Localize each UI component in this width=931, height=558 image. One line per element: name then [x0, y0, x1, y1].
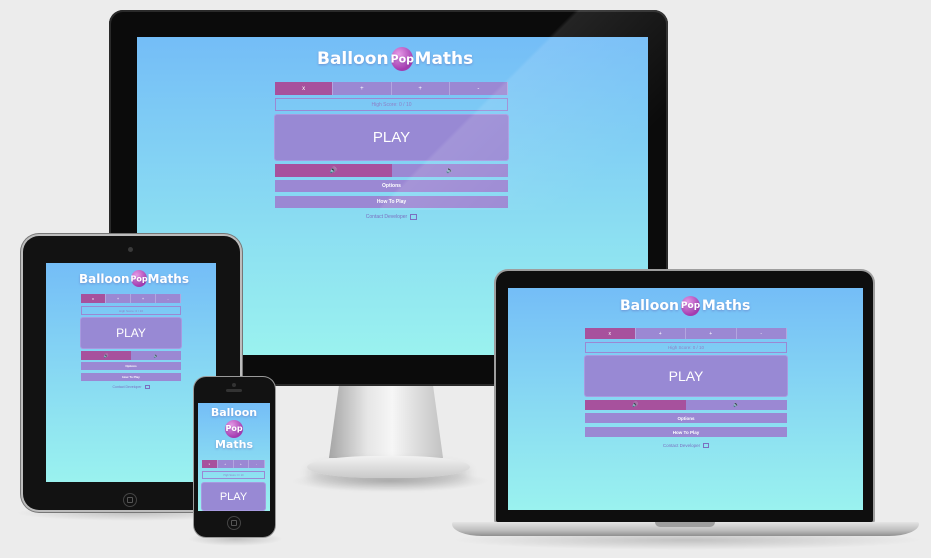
logo-text-maths: Maths	[214, 438, 253, 451]
contact-developer-link[interactable]: Contact Developer	[81, 383, 181, 391]
speaker-off-icon: 🔈	[733, 402, 740, 408]
contact-label: Contact Developer	[112, 385, 142, 389]
sound-off-button[interactable]: 🔈	[686, 400, 787, 410]
difficulty-button[interactable]: x	[275, 82, 334, 95]
difficulty-button[interactable]: +	[635, 328, 686, 339]
monitor-stand	[328, 386, 444, 458]
options-button[interactable]: Options	[81, 362, 181, 370]
sound-on-button[interactable]: 🔊	[275, 164, 392, 177]
how-to-play-button[interactable]: How To Play	[81, 373, 181, 381]
phone-screen: Balloon Pop Maths x + + - High Score: 0 …	[198, 403, 270, 511]
how-to-play-button[interactable]: How To Play	[585, 427, 787, 437]
laptop-screen: Balloon Pop Maths x + + - High Score: 0 …	[508, 288, 863, 510]
phone-camera	[232, 383, 236, 387]
play-button[interactable]: PLAY	[585, 356, 787, 396]
difficulty-button[interactable]: -	[736, 328, 787, 339]
speaker-on-icon: 🔊	[103, 353, 109, 358]
difficulty-button[interactable]: x	[81, 294, 106, 303]
balloon-icon: Pop	[680, 296, 700, 316]
difficulty-button[interactable]: -	[249, 460, 265, 468]
balloon-icon: Pop	[130, 270, 148, 287]
phone-speaker	[226, 389, 242, 392]
difficulty-button[interactable]: +	[233, 460, 250, 468]
logo-text-balloon: Balloon	[620, 298, 679, 314]
difficulty-button[interactable]: -	[156, 294, 181, 303]
difficulty-button[interactable]: x	[202, 460, 218, 468]
speaker-on-icon: 🔊	[632, 402, 639, 408]
mail-icon	[703, 443, 710, 448]
difficulty-button[interactable]: +	[217, 460, 234, 468]
logo-text-maths: Maths	[701, 298, 751, 314]
difficulty-selector: x + + -	[585, 328, 787, 339]
difficulty-button[interactable]: +	[686, 328, 737, 339]
monitor-gloss	[380, 10, 668, 210]
sound-on-button[interactable]: 🔊	[81, 351, 131, 360]
high-score: High Score: 0 / 10	[585, 342, 787, 353]
app-logo: Balloon Pop Maths	[198, 406, 270, 452]
sound-off-button[interactable]: 🔈	[131, 351, 181, 360]
difficulty-selector: x + + -	[202, 460, 265, 468]
tablet-home-button	[123, 493, 137, 507]
phone-home-button	[227, 516, 241, 530]
app-logo: Balloon Pop Maths	[79, 270, 189, 287]
logo-text-maths: Maths	[147, 271, 189, 286]
speaker-off-icon: 🔈	[153, 353, 159, 358]
high-score: High Score: 0 / 10	[81, 306, 181, 315]
difficulty-button[interactable]: +	[106, 294, 131, 303]
logo-text-balloon: Balloon	[317, 49, 389, 69]
laptop-notch	[655, 522, 715, 527]
contact-developer-link[interactable]: Contact Developer	[585, 441, 787, 450]
contact-label: Contact Developer	[662, 443, 701, 448]
contact-developer-link[interactable]: Contact Developer	[275, 212, 508, 222]
speaker-on-icon: 🔊	[329, 168, 337, 174]
sound-toggle: 🔊 🔈	[81, 351, 181, 360]
sound-toggle: 🔊 🔈	[585, 400, 787, 410]
difficulty-button[interactable]: +	[131, 294, 156, 303]
play-button[interactable]: PLAY	[202, 483, 265, 510]
play-button[interactable]: PLAY	[81, 318, 181, 348]
mail-icon	[144, 385, 150, 389]
difficulty-button[interactable]: x	[585, 328, 636, 339]
sound-on-button[interactable]: 🔊	[585, 400, 686, 410]
app-logo: Balloon Pop Maths	[620, 296, 750, 316]
difficulty-selector: x + + -	[81, 294, 181, 303]
high-score: High Score: 0 / 10	[202, 471, 265, 479]
options-button[interactable]: Options	[585, 413, 787, 423]
logo-text-balloon: Balloon	[79, 271, 130, 286]
monitor-stand-base	[307, 456, 470, 478]
balloon-icon: Pop	[225, 420, 243, 438]
tablet-camera	[128, 247, 133, 252]
tablet-screen: Balloon Pop Maths x + + - High Score: 0 …	[46, 263, 216, 482]
logo-text-balloon: Balloon	[210, 406, 258, 419]
contact-label: Contact Developer	[365, 214, 408, 220]
mail-icon	[410, 214, 418, 220]
